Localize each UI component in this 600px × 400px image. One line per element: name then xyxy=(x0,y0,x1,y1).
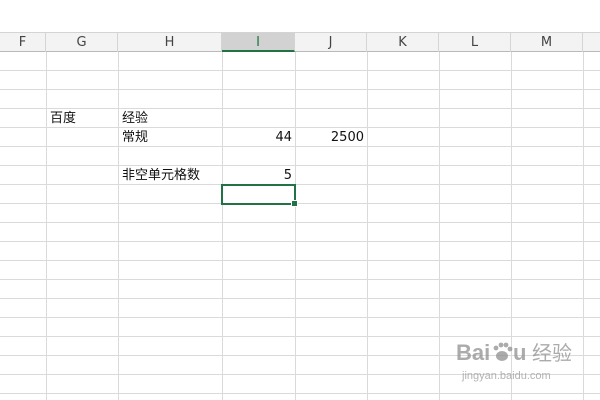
gridline xyxy=(0,203,600,204)
column-header-k[interactable]: K xyxy=(367,33,439,52)
gridline xyxy=(295,52,296,400)
selected-cell[interactable] xyxy=(221,184,298,207)
cell-i-count[interactable]: 5 xyxy=(224,166,292,185)
cell-h-changgui[interactable]: 常规 xyxy=(122,128,220,147)
column-header-m[interactable]: M xyxy=(511,33,583,52)
gridline xyxy=(0,298,600,299)
cell-g-baidu[interactable]: 百度 xyxy=(50,109,116,128)
baidu-jingyan-watermark: Bai u 经验 jingyan.baidu.com xyxy=(452,336,588,386)
column-header-f[interactable]: F xyxy=(0,33,46,52)
gridline xyxy=(0,241,600,242)
gridline xyxy=(439,52,440,400)
gridline xyxy=(0,317,600,318)
spreadsheet-window: F G H I J K L M 百度 经验 常规 44 2500 非空单元格数 … xyxy=(0,0,600,400)
svg-text:u: u xyxy=(513,340,526,365)
cell-j-value[interactable]: 2500 xyxy=(297,128,364,147)
toolbar-area xyxy=(0,0,600,32)
gridline xyxy=(0,165,600,166)
gridline xyxy=(0,184,600,185)
baidu-paw-icon: Bai u 经验 xyxy=(456,340,572,365)
svg-text:经验: 经验 xyxy=(532,341,572,365)
cell-i-value[interactable]: 44 xyxy=(224,128,292,147)
fill-handle[interactable] xyxy=(291,200,298,207)
gridline xyxy=(367,52,368,400)
gridline xyxy=(0,70,600,71)
cell-h-jingyan[interactable]: 经验 xyxy=(122,109,220,128)
svg-text:Bai: Bai xyxy=(456,340,490,365)
column-header-h[interactable]: H xyxy=(118,33,222,52)
column-header-j[interactable]: J xyxy=(295,33,367,52)
column-header-i[interactable]: I xyxy=(222,33,295,52)
watermark-url: jingyan.baidu.com xyxy=(462,370,551,382)
column-header-l[interactable]: L xyxy=(439,33,511,52)
column-header-bar: F G H I J K L M xyxy=(0,32,600,52)
cell-h-nonempty-label[interactable]: 非空单元格数 xyxy=(122,166,220,185)
gridline xyxy=(0,260,600,261)
gridline xyxy=(118,52,119,400)
gridline xyxy=(0,393,600,394)
gridline xyxy=(0,279,600,280)
gridline xyxy=(222,52,223,400)
gridline xyxy=(0,222,600,223)
gridline xyxy=(0,89,600,90)
column-header-g[interactable]: G xyxy=(46,33,118,52)
gridline xyxy=(46,52,47,400)
